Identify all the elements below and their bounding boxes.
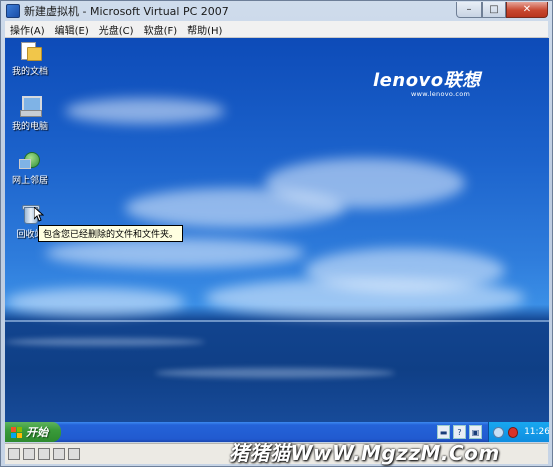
recycle-bin-tooltip: 包含您已经删除的文件和文件夹。 <box>38 225 184 242</box>
cloud <box>45 238 305 268</box>
sea-glint <box>155 368 395 378</box>
network-status-icon[interactable] <box>493 426 504 438</box>
my-documents-icon <box>19 41 42 61</box>
menu-action[interactable]: 操作(A) <box>5 22 50 37</box>
menu-edit[interactable]: 编辑(E) <box>50 22 94 37</box>
desktop-icon-network-places[interactable]: 网上邻居 <box>7 150 53 186</box>
network-places-icon <box>19 150 41 170</box>
start-label: 开始 <box>26 426 48 439</box>
security-alert-icon[interactable] <box>507 426 519 438</box>
caption-buttons: – □ ✕ <box>456 2 548 18</box>
menu-help[interactable]: 帮助(H) <box>182 22 227 37</box>
desktop-icon-label: 我的电脑 <box>11 122 48 132</box>
minimize-button[interactable]: – <box>456 2 482 18</box>
cloud <box>205 278 525 318</box>
menu-cd[interactable]: 光盘(C) <box>94 22 139 37</box>
brand-name: lenovo联想 <box>373 70 481 91</box>
shared-folder-icon[interactable] <box>53 448 65 460</box>
desktop-icon-label: 网上邻居 <box>11 176 48 186</box>
virtual-pc-icon <box>6 4 20 18</box>
desktop-icon-my-documents[interactable]: 我的文档 <box>7 41 53 77</box>
cloud <box>5 288 185 316</box>
menu-bar: 操作(A) 编辑(E) 光盘(C) 软盘(F) 帮助(H) <box>5 21 548 38</box>
maximize-button[interactable]: □ <box>482 2 506 18</box>
cd-status-icon[interactable] <box>23 448 35 460</box>
desktop-icon-label: 我的文档 <box>11 67 48 77</box>
sea-glint <box>5 338 205 346</box>
windows-flag-icon <box>11 426 22 438</box>
cloud <box>65 98 225 124</box>
desktop-icon-my-computer[interactable]: 我的电脑 <box>7 96 53 132</box>
horizon-line <box>5 320 549 322</box>
clock[interactable]: 11:26 <box>524 427 549 437</box>
title-bar[interactable]: 新建虚拟机 - Microsoft Virtual PC 2007 – □ ✕ <box>1 1 552 21</box>
my-computer-icon <box>19 96 42 117</box>
host-window: 新建虚拟机 - Microsoft Virtual PC 2007 – □ ✕ … <box>0 0 553 467</box>
start-button[interactable]: 开始 <box>5 422 61 442</box>
brand-url: www.lenovo.com <box>411 90 471 98</box>
hdd-status-icon[interactable] <box>8 448 20 460</box>
floppy-status-icon[interactable] <box>38 448 50 460</box>
watermark-text: 猪猪猫WwW.MgzzM.Com <box>229 441 500 465</box>
menu-floppy[interactable]: 软盘(F) <box>139 22 183 37</box>
window-title: 新建虚拟机 - Microsoft Virtual PC 2007 <box>24 5 229 18</box>
guest-desktop[interactable]: lenovo联想 www.lenovo.com 我的文档 我的电脑 网上邻居 回… <box>5 38 549 442</box>
lenovo-logo: lenovo联想 www.lenovo.com <box>373 66 481 98</box>
network-adapter-icon[interactable] <box>68 448 80 460</box>
close-button[interactable]: ✕ <box>506 2 548 18</box>
cloud <box>265 158 465 208</box>
